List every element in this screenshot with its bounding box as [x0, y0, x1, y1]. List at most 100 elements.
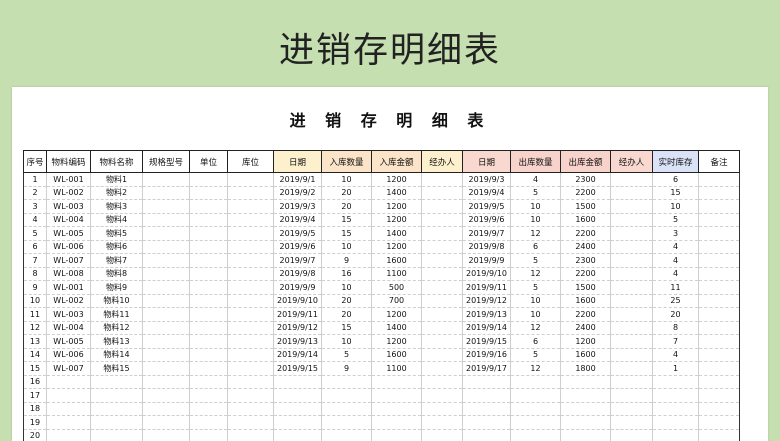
cell-in-handler[interactable]	[421, 267, 463, 281]
cell-out-handler[interactable]	[610, 402, 653, 416]
cell-code[interactable]: WL-003	[46, 199, 91, 214]
cell-out-date[interactable]	[462, 402, 511, 416]
cell-out-qty[interactable]	[510, 415, 561, 430]
cell-name[interactable]: 物料4	[90, 213, 143, 227]
cell-spec[interactable]	[142, 388, 190, 403]
cell-name[interactable]: 物料11	[90, 307, 143, 322]
cell-out-qty[interactable]: 5	[510, 280, 561, 295]
cell-location[interactable]	[227, 375, 274, 389]
cell-location[interactable]	[227, 415, 274, 430]
col-header-code[interactable]: 物料编码	[46, 150, 91, 173]
cell-location[interactable]	[227, 361, 274, 376]
cell-in-qty[interactable]: 5	[321, 348, 372, 362]
cell-in-handler[interactable]	[421, 172, 463, 187]
cell-remark[interactable]	[698, 429, 740, 441]
cell-out-amount[interactable]	[560, 415, 611, 430]
cell-index[interactable]: 20	[23, 429, 47, 441]
cell-spec[interactable]	[142, 213, 190, 227]
cell-out-handler[interactable]	[610, 429, 653, 441]
cell-spec[interactable]	[142, 307, 190, 322]
cell-remark[interactable]	[698, 334, 740, 349]
cell-in-date[interactable]: 2019/9/7	[273, 253, 322, 268]
cell-index[interactable]: 8	[23, 267, 47, 281]
col-header-in-handler[interactable]: 经办人	[421, 150, 463, 173]
cell-location[interactable]	[227, 267, 274, 281]
cell-unit[interactable]	[189, 199, 228, 214]
cell-out-amount[interactable]: 2200	[560, 226, 611, 241]
cell-code[interactable]: WL-006	[46, 240, 91, 254]
cell-name[interactable]: 物料13	[90, 334, 143, 349]
cell-index[interactable]: 4	[23, 213, 47, 227]
cell-out-amount[interactable]	[560, 402, 611, 416]
cell-remark[interactable]	[698, 253, 740, 268]
cell-out-handler[interactable]	[610, 334, 653, 349]
cell-index[interactable]: 1	[23, 172, 47, 187]
cell-in-date[interactable]: 2019/9/11	[273, 307, 322, 322]
col-header-in-qty[interactable]: 入库数量	[321, 150, 372, 173]
cell-code[interactable]	[46, 415, 91, 430]
cell-spec[interactable]	[142, 415, 190, 430]
cell-index[interactable]: 13	[23, 334, 47, 349]
cell-in-date[interactable]	[273, 415, 322, 430]
cell-in-handler[interactable]	[421, 226, 463, 241]
cell-location[interactable]	[227, 334, 274, 349]
cell-out-date[interactable]: 2019/9/8	[462, 240, 511, 254]
cell-out-amount[interactable]: 1600	[560, 348, 611, 362]
cell-code[interactable]: WL-001	[46, 280, 91, 295]
cell-spec[interactable]	[142, 280, 190, 295]
cell-in-qty[interactable]	[321, 429, 372, 441]
cell-in-date[interactable]: 2019/9/3	[273, 199, 322, 214]
cell-location[interactable]	[227, 253, 274, 268]
cell-spec[interactable]	[142, 226, 190, 241]
cell-name[interactable]	[90, 415, 143, 430]
cell-spec[interactable]	[142, 267, 190, 281]
cell-name[interactable]: 物料12	[90, 321, 143, 335]
cell-name[interactable]: 物料10	[90, 294, 143, 308]
cell-out-handler[interactable]	[610, 348, 653, 362]
cell-stock[interactable]: 3	[652, 226, 699, 241]
cell-in-handler[interactable]	[421, 307, 463, 322]
cell-unit[interactable]	[189, 334, 228, 349]
cell-name[interactable]	[90, 429, 143, 441]
cell-in-amount[interactable]: 1600	[371, 348, 422, 362]
cell-out-amount[interactable]: 2400	[560, 321, 611, 335]
cell-out-qty[interactable]: 5	[510, 348, 561, 362]
cell-out-handler[interactable]	[610, 240, 653, 254]
cell-out-handler[interactable]	[610, 388, 653, 403]
cell-in-handler[interactable]	[421, 375, 463, 389]
cell-out-qty[interactable]: 10	[510, 307, 561, 322]
cell-out-qty[interactable]: 10	[510, 199, 561, 214]
cell-in-amount[interactable]	[371, 388, 422, 403]
cell-spec[interactable]	[142, 321, 190, 335]
cell-in-date[interactable]: 2019/9/6	[273, 240, 322, 254]
cell-in-amount[interactable]: 1200	[371, 172, 422, 187]
cell-out-handler[interactable]	[610, 307, 653, 322]
cell-in-qty[interactable]: 10	[321, 334, 372, 349]
col-header-name[interactable]: 物料名称	[90, 150, 143, 173]
cell-name[interactable]: 物料3	[90, 199, 143, 214]
cell-in-amount[interactable]: 700	[371, 294, 422, 308]
cell-index[interactable]: 18	[23, 402, 47, 416]
cell-stock[interactable]: 4	[652, 267, 699, 281]
cell-out-handler[interactable]	[610, 172, 653, 187]
cell-unit[interactable]	[189, 213, 228, 227]
col-header-out-amount[interactable]: 出库金额	[560, 150, 611, 173]
cell-index[interactable]: 10	[23, 294, 47, 308]
cell-unit[interactable]	[189, 253, 228, 268]
cell-out-date[interactable]	[462, 415, 511, 430]
cell-code[interactable]: WL-001	[46, 172, 91, 187]
cell-in-date[interactable]: 2019/9/1	[273, 172, 322, 187]
cell-out-handler[interactable]	[610, 267, 653, 281]
cell-index[interactable]: 15	[23, 361, 47, 376]
cell-out-amount[interactable]: 2400	[560, 240, 611, 254]
cell-stock[interactable]: 7	[652, 334, 699, 349]
cell-in-qty[interactable]	[321, 388, 372, 403]
cell-in-qty[interactable]: 15	[321, 226, 372, 241]
cell-code[interactable]	[46, 375, 91, 389]
cell-in-handler[interactable]	[421, 402, 463, 416]
cell-in-amount[interactable]: 1200	[371, 199, 422, 214]
cell-code[interactable]: WL-008	[46, 267, 91, 281]
cell-out-amount[interactable]	[560, 429, 611, 441]
cell-out-handler[interactable]	[610, 199, 653, 214]
cell-out-handler[interactable]	[610, 321, 653, 335]
